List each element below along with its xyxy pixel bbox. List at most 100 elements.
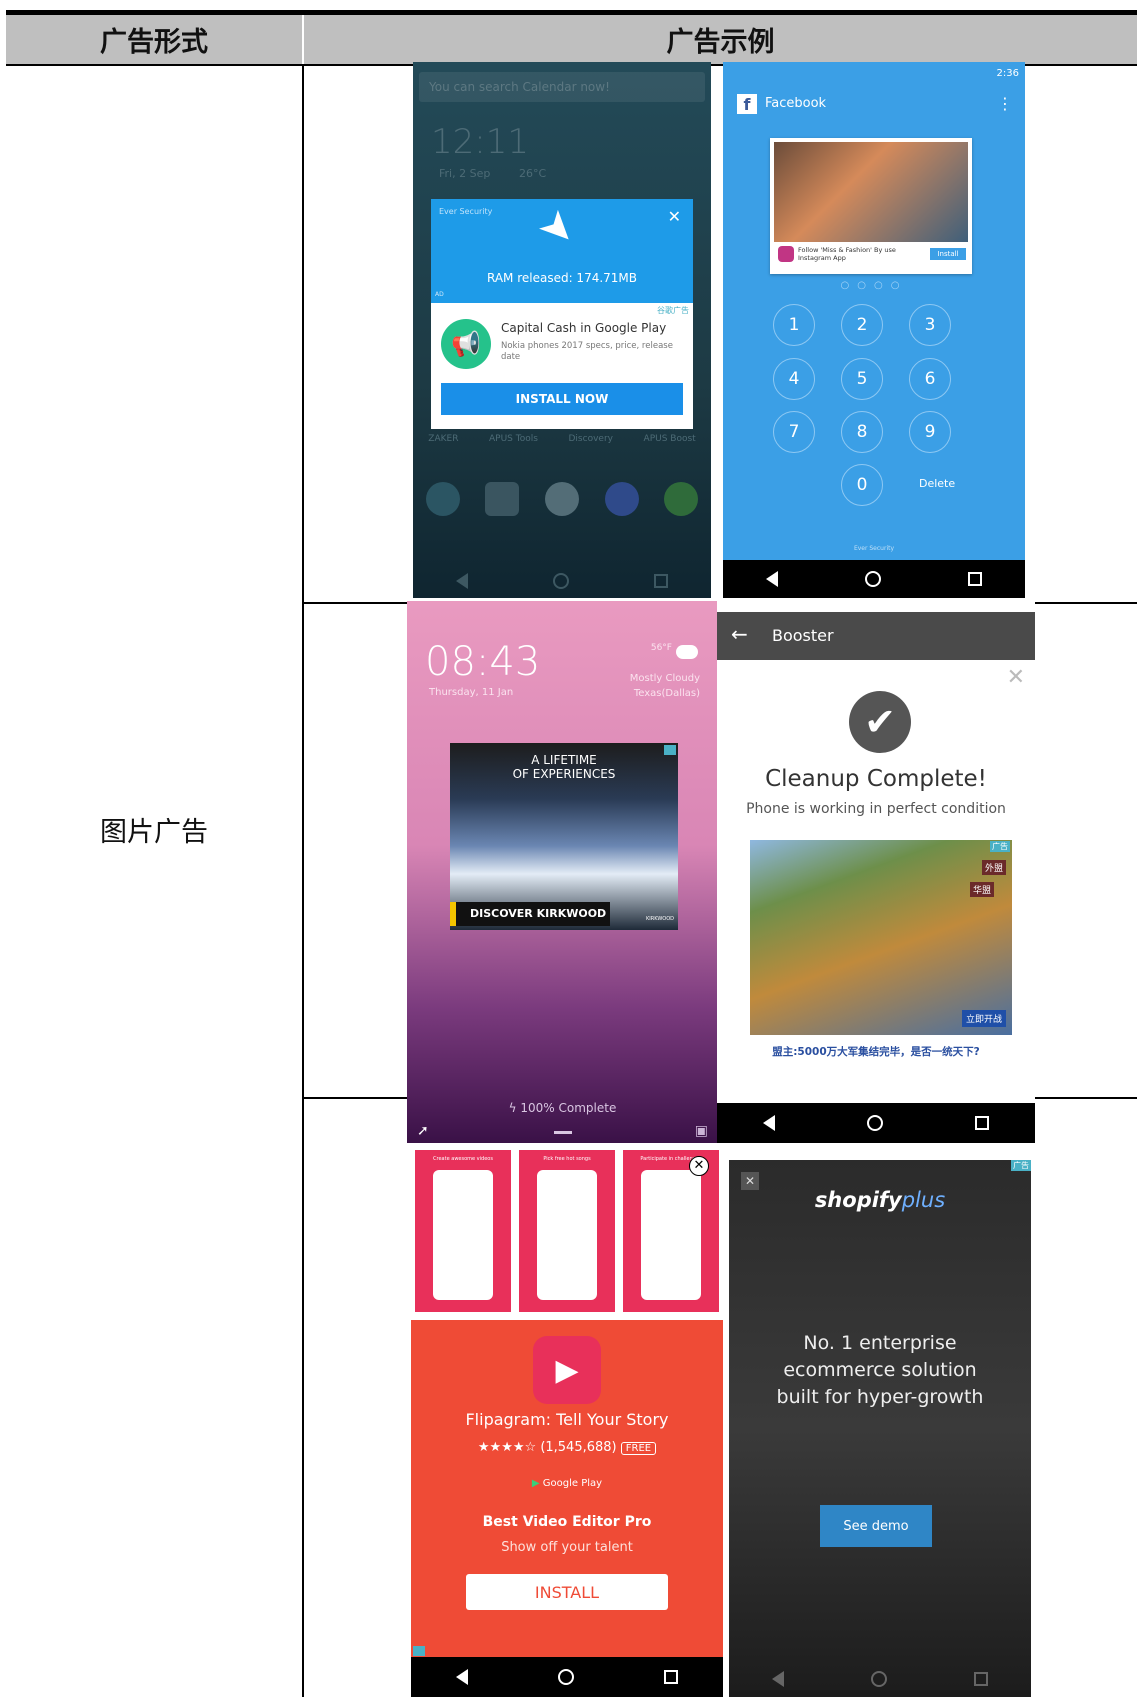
clock: 12:11 [431,122,529,162]
chat-icon[interactable] [664,482,699,516]
game-play-button[interactable]: 立即开战 [961,1010,1006,1027]
app-dock [413,482,711,516]
date: Thursday, 11 Jan [429,687,514,698]
home-icon[interactable] [870,1671,887,1687]
ad-caption[interactable]: 盟主:5000万大军集结完毕，是否一统天下? [717,1044,1035,1059]
recents-icon[interactable] [664,1670,678,1684]
screenshot-lockscreen-booster: You can search Calendar now! 12:11 Fri, … [413,62,711,598]
delete-button[interactable]: Delete [919,477,955,490]
ad-card: 谷歌广告 📢 Capital Cash in Google Play Nokia… [431,303,693,429]
key-4[interactable]: 4 [773,358,815,400]
recents-icon[interactable] [975,1116,989,1130]
phone-mockup [433,1170,493,1300]
recents-icon[interactable] [967,572,982,586]
dock-label[interactable]: APUS Tools [489,434,538,444]
facebook-icon: f [737,94,757,114]
key-0[interactable]: 0 [841,464,883,506]
ad-copy-line: No. 1 enterprise [803,1332,957,1354]
ad-tag: AD [435,291,444,298]
back-icon[interactable] [766,571,779,587]
recents-icon[interactable] [973,1672,988,1686]
close-icon[interactable]: ✕ [689,1156,709,1176]
rocket-icon[interactable]: ➚ [417,1123,429,1139]
game-ad[interactable]: 广告 外盟 华盟 立即开战 [750,840,1012,1035]
rating-row: ★★★★☆ (1,545,688) FREE [411,1440,723,1455]
home-icon[interactable] [867,1115,883,1131]
ad-background [729,1160,1031,1697]
key-3[interactable]: 3 [909,304,951,346]
flipagram-icon: ▶ [533,1336,601,1404]
ad-copy: No. 1 enterprise ecommerce solution buil… [729,1330,1031,1411]
ad-cta[interactable]: DISCOVER KIRKWOOD [450,902,610,926]
key-1[interactable]: 1 [773,304,815,346]
rating-stars: ★★★★☆ [477,1440,537,1455]
done-title: Cleanup Complete! [765,766,987,792]
banner-caption: Pick free hot songs [543,1156,591,1162]
store-name: Google Play [542,1478,603,1489]
key-2[interactable]: 2 [841,304,883,346]
close-icon[interactable]: ✕ [1007,665,1025,690]
screenshot-app-install-ad: Create awesome videos Pick free hot song… [411,1146,723,1697]
dock-label[interactable]: Discovery [569,434,613,444]
install-button[interactable]: INSTALL [466,1574,668,1610]
home-icon[interactable] [558,1669,574,1685]
ad-line: A LIFETIME [531,753,597,767]
app-title: Booster [772,626,834,645]
key-9[interactable]: 9 [909,411,951,453]
phone-mockup [641,1170,701,1300]
back-arrow-icon[interactable]: ← [731,622,748,646]
charge-text: 100% Complete [520,1101,617,1115]
key-5[interactable]: 5 [841,358,883,400]
camera-icon[interactable] [485,482,520,516]
adchoices-icon[interactable] [413,1646,425,1656]
nav-bar [729,1661,1031,1697]
megaphone-icon: 📢 [441,319,491,369]
ad-tagline: Show off your talent [501,1540,633,1555]
more-icon[interactable]: ⋮ [997,94,1013,113]
header-example: 广告示例 [302,15,1137,64]
ad-headline: Best Video Editor Pro [482,1514,652,1530]
shopify-logo: shopifyplus [729,1188,1031,1212]
back-icon[interactable] [456,1669,468,1685]
temperature: 26°C [519,167,547,180]
key-8[interactable]: 8 [841,411,883,453]
see-demo-button[interactable]: See demo [820,1505,932,1547]
home-icon[interactable] [864,571,881,587]
banner-panel: Create awesome videos [415,1150,511,1312]
phone-icon[interactable] [425,482,460,516]
adchoices-icon[interactable] [664,745,676,755]
banner-strip: Create awesome videos Pick free hot song… [411,1146,723,1320]
home-icon[interactable] [552,573,569,589]
column-divider [302,66,304,1697]
search-bar[interactable]: You can search Calendar now! [419,72,705,102]
recents-icon[interactable] [654,574,669,588]
install-button[interactable]: Install [930,248,966,260]
ski-ad[interactable]: A LIFETIME OF EXPERIENCES DISCOVER KIRKWO… [450,743,678,930]
pin-dots: ○○○○ [840,280,908,291]
instagram-ad[interactable]: Follow 'Miss & Fashion' By use Instagram… [770,138,972,274]
nav-bar [723,560,1025,598]
check-icon: ✔ [849,691,911,753]
apps-icon[interactable] [544,482,579,516]
banner-caption: Create awesome videos [433,1156,493,1162]
key-6[interactable]: 6 [909,358,951,400]
format-label: 图片广告 [100,817,208,848]
key-7[interactable]: 7 [773,411,815,453]
weather: Mostly Cloudy [629,673,700,684]
back-icon[interactable] [455,573,468,589]
browser-icon[interactable] [604,482,639,516]
banner-panel: Participate in challenges [623,1150,719,1312]
game-tag: 外盟 [981,860,1006,875]
close-icon[interactable]: ✕ [668,207,681,226]
booster-card: Ever Security ✕ ➤ RAM released: 174.71MB… [431,198,693,303]
ad-label: 谷歌广告 [657,306,689,315]
price-badge: FREE [620,1442,657,1455]
dock-label[interactable]: APUS Boost [644,434,696,444]
dock-label[interactable]: ZAKER [428,434,458,444]
back-icon[interactable] [772,1671,785,1687]
handle[interactable] [554,1131,572,1134]
camera-icon[interactable]: ▣ [695,1123,708,1139]
back-icon[interactable] [763,1115,775,1131]
install-button[interactable]: INSTALL NOW [441,383,683,415]
date: Fri, 2 Sep [439,167,491,180]
